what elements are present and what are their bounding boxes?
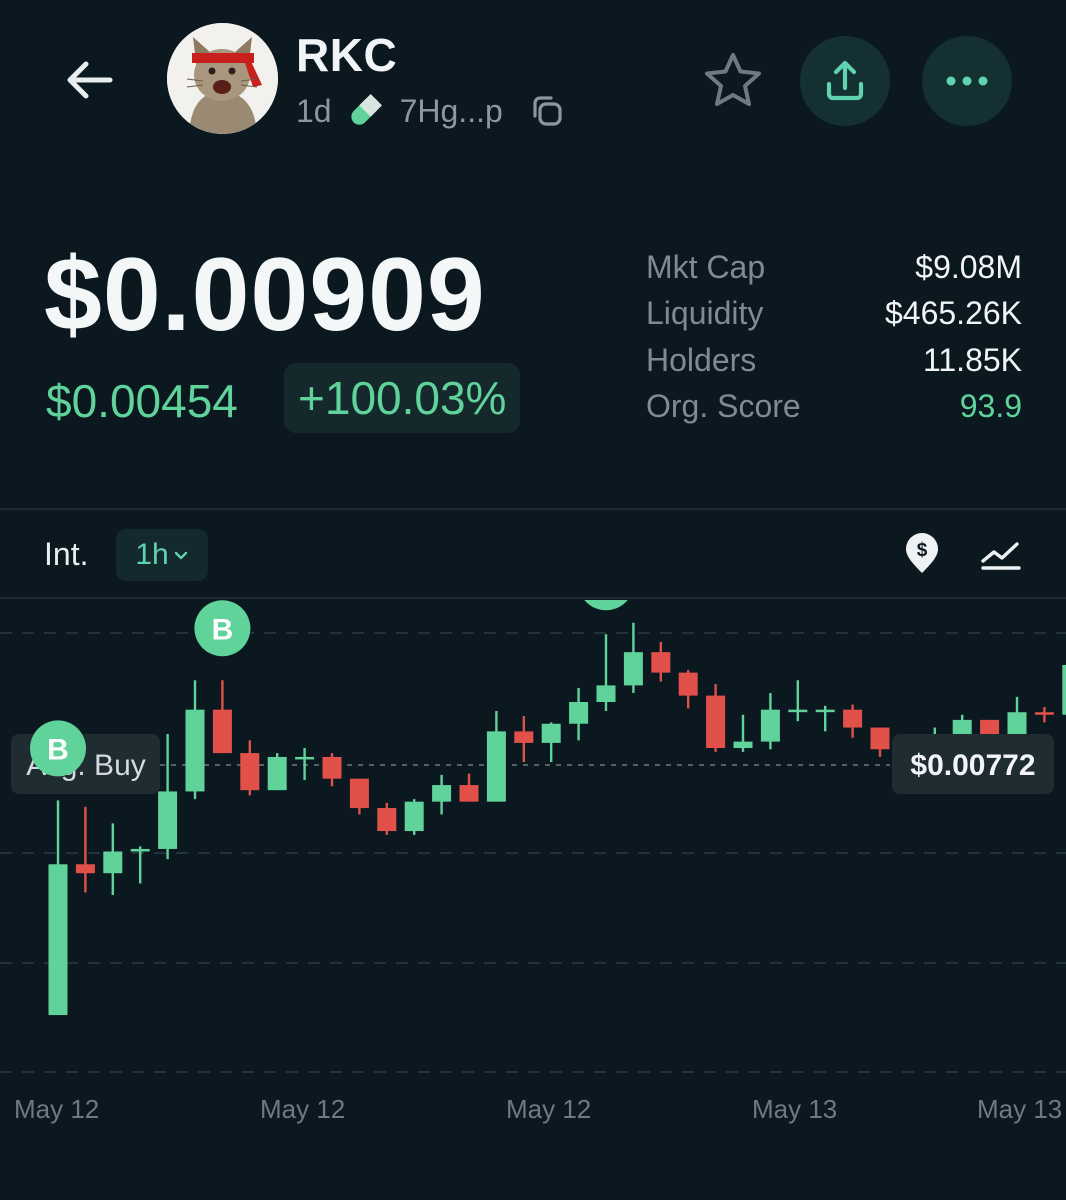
favorite-button[interactable] (700, 48, 766, 114)
token-meta: 1d 7Hg...p (296, 90, 569, 132)
candle-body (377, 808, 397, 832)
stat-value: 93.9 (959, 388, 1022, 425)
divider (0, 508, 1066, 510)
candle-body (48, 864, 68, 1016)
buy-marker (584, 600, 628, 611)
candle-body (706, 695, 726, 748)
trend-line-icon (981, 542, 1021, 570)
price-label: $0.00772 (910, 749, 1035, 782)
candle-body (651, 652, 671, 673)
interval-value: 1h (135, 538, 169, 571)
chevron-down-icon (173, 549, 189, 561)
current-price: $0.00909 (44, 237, 486, 353)
token-page: RKC 1d 7Hg...p $0.00909 $0.00454 +100.03… (0, 0, 1066, 1200)
candle-body (760, 709, 780, 742)
x-axis-label: May 12 (506, 1094, 592, 1124)
price-change-badge: +100.03% (284, 363, 521, 433)
more-options-button[interactable] (922, 36, 1012, 126)
token-address: 7Hg...p (399, 92, 503, 129)
interval-label: Int. (44, 536, 89, 572)
stat-label: Org. Score (646, 388, 801, 425)
candle-body (514, 731, 534, 743)
candle-body (1062, 664, 1066, 715)
star-icon (705, 53, 761, 106)
candle-body (623, 652, 643, 686)
candle-body (349, 778, 369, 809)
chart-type-button[interactable] (976, 530, 1026, 578)
candle-body (404, 801, 424, 832)
x-axis-label: May 13 (977, 1094, 1063, 1124)
candle-body (788, 709, 808, 713)
candle-body (75, 864, 95, 874)
stat-label: Holders (646, 341, 757, 378)
candle-body (815, 709, 835, 713)
stat-row-mkt-cap: Mkt Cap $9.08M (646, 244, 1022, 291)
stat-value: $465.26K (884, 295, 1022, 332)
stat-value: 11.85K (922, 341, 1022, 378)
candle-body (870, 727, 890, 750)
candle-body (1034, 712, 1054, 715)
candle-body (541, 723, 561, 743)
token-stats: Mkt Cap $9.08M Liquidity $465.26K Holder… (646, 244, 1022, 430)
x-axis-label: May 12 (14, 1094, 100, 1124)
candle-body (569, 702, 589, 724)
candle-body (130, 848, 150, 852)
dollar-pin-icon: $ (906, 533, 938, 573)
candle-body (158, 791, 178, 849)
buy-marker-label: B (47, 733, 69, 766)
token-avatar (167, 23, 278, 134)
candle-body (267, 756, 287, 791)
currency-toggle-button[interactable]: $ (900, 530, 944, 578)
candle-body (295, 756, 315, 760)
pill-icon (346, 91, 386, 131)
candle-body (486, 731, 506, 802)
cat-avatar-icon (167, 23, 278, 134)
candle-body (240, 753, 260, 791)
copy-icon[interactable] (529, 91, 569, 131)
stat-row-holders: Holders 11.85K (646, 337, 1022, 384)
candle-body (459, 785, 479, 802)
stat-label: Liquidity (646, 295, 764, 332)
x-axis-label: May 12 (260, 1094, 346, 1124)
buy-marker-label: B (212, 613, 234, 646)
candle-body (322, 756, 342, 779)
stat-value: $9.08M (915, 248, 1022, 285)
candle-body (733, 741, 753, 748)
candle-body (432, 785, 452, 802)
back-button[interactable] (58, 52, 118, 108)
token-name: RKC (296, 29, 398, 81)
stat-label: Mkt Cap (646, 248, 766, 285)
stat-row-org-score: Org. Score 93.9 (646, 384, 1022, 431)
candle-body (596, 685, 616, 702)
share-icon (826, 60, 864, 101)
candle-body (103, 851, 123, 874)
price-chart[interactable]: Avg. Buy$0.00772BBB (0, 600, 1066, 1080)
divider (0, 597, 1066, 599)
candle-body (185, 709, 205, 792)
x-axis-label: May 13 (752, 1094, 838, 1124)
token-age: 1d (296, 92, 332, 129)
interval-select[interactable]: 1h (116, 529, 208, 581)
arrow-left-icon (67, 61, 113, 99)
svg-text:$: $ (917, 540, 928, 561)
candle-body (212, 709, 232, 754)
more-icon (946, 76, 988, 86)
share-button[interactable] (800, 36, 890, 126)
candle-body (843, 709, 863, 728)
candle-body (678, 672, 698, 696)
stat-row-liquidity: Liquidity $465.26K (646, 291, 1022, 338)
previous-price: $0.00454 (46, 375, 238, 427)
